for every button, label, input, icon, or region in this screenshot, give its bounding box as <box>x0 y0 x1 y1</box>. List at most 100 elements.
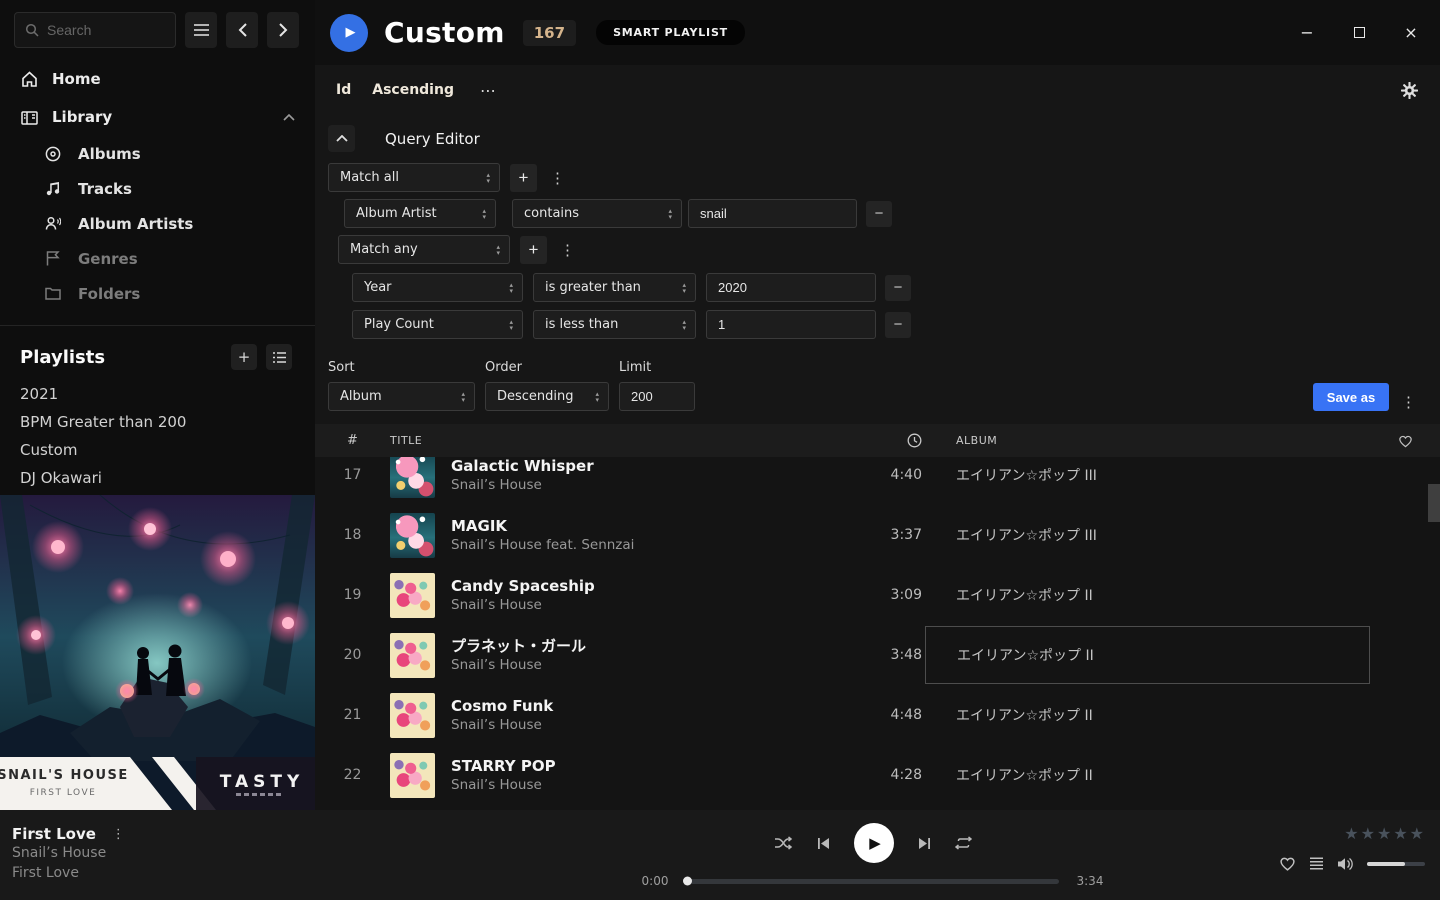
rule-field-select[interactable]: Year▴▾ <box>352 273 523 302</box>
back-button[interactable] <box>226 12 258 48</box>
next-track-button[interactable] <box>918 837 931 850</box>
match-select[interactable]: Match all▴▾ <box>328 163 500 192</box>
search-box[interactable] <box>14 12 176 48</box>
vertical-scrollbar[interactable] <box>1428 484 1440 522</box>
sort-direction-button[interactable]: Ascending <box>372 82 454 98</box>
more-options-button[interactable]: ⋯ <box>480 81 497 100</box>
order-select[interactable]: Descending▴▾ <box>485 382 609 411</box>
close-button[interactable]: × <box>1397 19 1425 47</box>
play-playlist-button[interactable]: ▶ <box>330 14 368 52</box>
queue-icon[interactable] <box>1309 857 1324 870</box>
collapse-query-editor-button[interactable] <box>328 125 355 152</box>
track-number: 17 <box>315 467 390 483</box>
track-row[interactable]: 20 プラネット・ガール Snail’s House 3:48 エイリアン☆ポッ… <box>315 625 1440 685</box>
playlist-item[interactable]: BPM Greater than 200 <box>0 408 315 436</box>
sort-settings-row: Sort Album▴▾ Order Descending▴▾ Limit Sa… <box>328 360 1440 411</box>
star-icon[interactable]: ★ <box>1410 824 1425 843</box>
star-icon[interactable]: ★ <box>1377 824 1392 843</box>
genres-icon <box>44 251 62 266</box>
track-album: エイリアン☆ポップ III <box>925 506 1370 564</box>
sidebar-item-album-artists[interactable]: Album Artists <box>0 206 315 241</box>
rule-value-input[interactable] <box>706 310 876 339</box>
limit-input[interactable] <box>619 382 695 411</box>
remove-rule-button[interactable]: − <box>885 275 911 301</box>
track-row[interactable]: 17 Galactic Whisper Snail’s House 4:40 エ… <box>315 457 1440 505</box>
rule-field-select[interactable]: Album Artist▴▾ <box>344 199 496 228</box>
add-playlist-button[interactable]: + <box>231 344 257 370</box>
tracklist-header: # TITLE ALBUM <box>315 424 1440 457</box>
track-title: STARRY POP <box>451 756 556 776</box>
albums-icon <box>44 146 62 162</box>
rule-operator-select[interactable]: is less than▴▾ <box>533 310 696 339</box>
album-art-artist-text: SNAIL'S HOUSE <box>0 768 129 783</box>
sidebar-item-home[interactable]: Home <box>0 60 315 98</box>
sidebar-item-genres[interactable]: Genres <box>0 241 315 276</box>
column-number[interactable]: # <box>315 433 390 448</box>
rule-operator-select[interactable]: is greater than▴▾ <box>533 273 696 302</box>
sort-field-button[interactable]: Id <box>336 82 351 98</box>
save-menu-button[interactable]: ⋮ <box>1393 393 1424 411</box>
duration-clock-icon[interactable] <box>850 433 925 448</box>
rule-field-select[interactable]: Play Count▴▾ <box>352 310 523 339</box>
seek-bar[interactable] <box>687 879 1059 884</box>
now-playing-title: First Love <box>12 825 96 843</box>
playlist-item[interactable]: Custom <box>0 436 315 464</box>
now-playing-menu-button[interactable]: ⋮ <box>112 827 125 842</box>
column-title[interactable]: TITLE <box>390 434 850 447</box>
track-duration: 3:09 <box>850 587 925 603</box>
menu-button[interactable] <box>185 12 217 48</box>
sidebar-item-albums[interactable]: Albums <box>0 136 315 171</box>
playlists-header: Playlists + <box>0 326 315 380</box>
now-playing-album-art[interactable]: SNAIL'S HOUSE FIRST LOVE TASTY <box>0 495 315 810</box>
query-rule: Play Count▴▾ is less than▴▾ − <box>352 310 1440 339</box>
remove-rule-button[interactable]: − <box>885 312 911 338</box>
rule-operator-select[interactable]: contains▴▾ <box>512 199 682 228</box>
forward-button[interactable] <box>267 12 299 48</box>
volume-icon[interactable] <box>1337 857 1354 871</box>
favorite-heart-icon[interactable] <box>1279 856 1296 871</box>
star-icon[interactable]: ★ <box>1344 824 1359 843</box>
smart-playlist-badge: SMART PLAYLIST <box>596 20 745 45</box>
sort-select[interactable]: Album▴▾ <box>328 382 475 411</box>
column-favorite-icon[interactable] <box>1370 434 1440 448</box>
playlist-item[interactable]: DJ Okawari <box>0 464 315 492</box>
star-icon[interactable]: ★ <box>1361 824 1376 843</box>
seek-handle[interactable] <box>683 877 692 886</box>
query-editor: Query Editor Match all▴▾ + ⋮ Album Artis… <box>315 115 1440 411</box>
shuffle-button[interactable] <box>774 836 793 850</box>
play-pause-button[interactable]: ▶ <box>854 823 894 863</box>
maximize-button[interactable] <box>1345 19 1373 47</box>
remove-rule-button[interactable]: − <box>866 201 892 227</box>
playlist-item[interactable]: 2021 <box>0 380 315 408</box>
settings-gear-icon[interactable] <box>1401 82 1418 99</box>
repeat-button[interactable] <box>955 836 972 850</box>
track-row[interactable]: 22 STARRY POP Snail’s House 4:28 エイリアン☆ポ… <box>315 745 1440 805</box>
sidebar-item-library[interactable]: Library <box>0 98 315 136</box>
rule-value-input[interactable] <box>688 199 857 228</box>
group-menu-button[interactable]: ⋮ <box>550 169 565 187</box>
track-album: エイリアン☆ポップ III <box>925 457 1370 504</box>
add-rule-button[interactable]: + <box>510 164 537 192</box>
track-duration: 4:28 <box>850 767 925 783</box>
elapsed-time: 0:00 <box>635 874 669 888</box>
track-title: MAGIK <box>451 516 634 536</box>
track-row[interactable]: 18 MAGIK Snail’s House feat. Sennzai 3:3… <box>315 505 1440 565</box>
star-icon[interactable]: ★ <box>1393 824 1408 843</box>
rule-value-input[interactable] <box>706 273 876 302</box>
save-as-button[interactable]: Save as <box>1313 383 1389 411</box>
chevron-up-icon[interactable] <box>283 114 295 121</box>
playlist-view-button[interactable] <box>266 344 292 370</box>
rating-stars[interactable]: ★★★★★ <box>1265 824 1425 843</box>
volume-slider[interactable] <box>1367 862 1425 866</box>
track-row[interactable]: 19 Candy Spaceship Snail’s House 3:09 エイ… <box>315 565 1440 625</box>
add-rule-button[interactable]: + <box>520 236 547 264</box>
sidebar-item-folders[interactable]: Folders <box>0 276 315 311</box>
minimize-button[interactable]: − <box>1293 19 1321 47</box>
sidebar-item-tracks[interactable]: Tracks <box>0 171 315 206</box>
search-input[interactable] <box>47 22 165 38</box>
previous-track-button[interactable] <box>817 837 830 850</box>
match-select[interactable]: Match any▴▾ <box>338 235 510 264</box>
column-album[interactable]: ALBUM <box>925 434 1370 447</box>
track-row[interactable]: 21 Cosmo Funk Snail’s House 4:48 エイリアン☆ポ… <box>315 685 1440 745</box>
group-menu-button[interactable]: ⋮ <box>560 241 575 259</box>
